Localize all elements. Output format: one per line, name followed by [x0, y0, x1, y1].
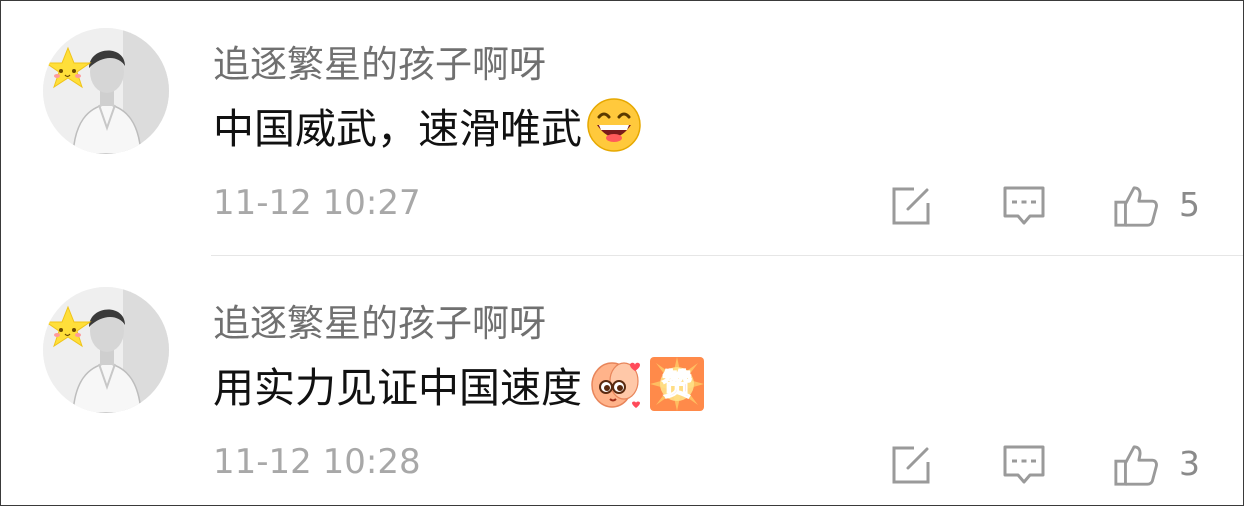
- zan-sticker-text: 赞: [662, 368, 692, 403]
- comment-username[interactable]: 追逐繁星的孩子啊呀: [213, 34, 546, 88]
- like-count: 5: [1179, 185, 1200, 224]
- comment-text: 用实力见证中国速度 赞: [213, 354, 706, 414]
- reply-button[interactable]: [1001, 442, 1047, 488]
- comment-bubble-icon: [1003, 445, 1045, 484]
- comment-text-content: 中国威武，速滑唯武: [213, 105, 582, 153]
- avatar-image: [43, 287, 169, 413]
- comment-text-content: 用实力见证中国速度: [213, 364, 582, 412]
- avatar-image: [43, 28, 169, 154]
- reply-button[interactable]: [1001, 183, 1047, 229]
- comment-username[interactable]: 追逐繁星的孩子啊呀: [213, 293, 546, 347]
- avatar[interactable]: [43, 28, 169, 154]
- comment-timestamp: 11-12 10:27: [213, 183, 421, 223]
- like-button[interactable]: [1113, 183, 1159, 229]
- comment-divider: [211, 255, 1243, 256]
- share-edit-icon: [892, 446, 930, 484]
- avatar[interactable]: [43, 287, 169, 413]
- like-button[interactable]: [1113, 442, 1159, 488]
- thumbs-up-icon: [1114, 445, 1158, 486]
- comment-item: 追逐繁星的孩子啊呀 用实力见证中国速度 赞 11-12 10:28 3: [1, 260, 1243, 505]
- comment-text: 中国威武，速滑唯武: [213, 95, 642, 155]
- clapping-hands-sticker: [586, 355, 644, 413]
- share-button[interactable]: [888, 442, 934, 488]
- zan-sticker: 赞: [648, 355, 706, 413]
- comment-timestamp: 11-12 10:28: [213, 442, 421, 482]
- comment-bubble-icon: [1003, 186, 1045, 225]
- share-button[interactable]: [888, 183, 934, 229]
- thumbs-up-icon: [1114, 186, 1158, 227]
- share-edit-icon: [892, 187, 930, 225]
- comment-list: 追逐繁星的孩子啊呀 中国威武，速滑唯武 11-12 10:27 5 追逐繁星的孩…: [0, 0, 1244, 506]
- comment-item: 追逐繁星的孩子啊呀 中国威武，速滑唯武 11-12 10:27 5: [1, 1, 1243, 251]
- like-count: 3: [1179, 444, 1200, 483]
- grinning-face-emoji: [586, 97, 642, 153]
